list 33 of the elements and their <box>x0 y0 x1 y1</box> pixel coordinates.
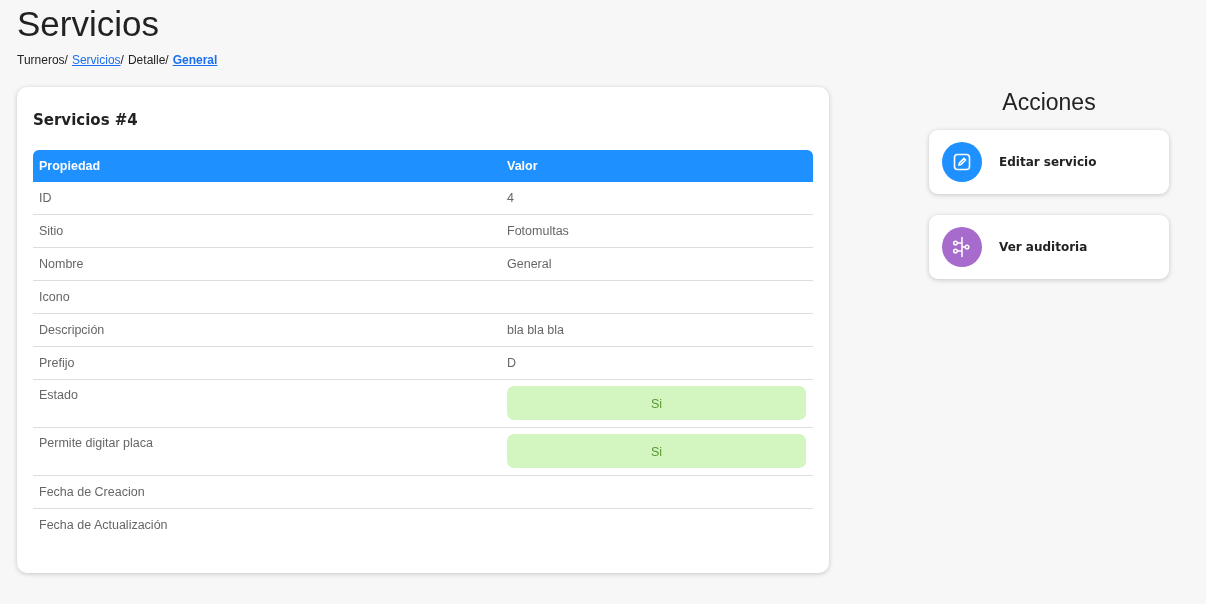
breadcrumb-separator: / <box>64 53 68 67</box>
column-header: Valor <box>507 159 538 173</box>
property-cell: Icono <box>39 290 70 304</box>
breadcrumb-link[interactable]: Servicios <box>71 53 121 67</box>
breadcrumb-item: Turneros <box>17 53 65 67</box>
status-tag: Si <box>507 386 806 420</box>
value-cell: Fotomultas <box>507 224 569 238</box>
breadcrumb-current[interactable]: General <box>172 53 218 67</box>
property-cell: Prefijo <box>39 356 75 370</box>
property-cell: ID <box>39 191 52 205</box>
property-cell: Sitio <box>39 224 64 238</box>
action-button[interactable]: Editar servicio <box>929 130 1169 194</box>
property-cell: Fecha de Creacion <box>39 485 145 499</box>
action-button[interactable]: Ver auditoria <box>929 215 1169 279</box>
property-cell: Estado <box>39 388 78 402</box>
breadcrumb-separator: / <box>120 53 124 67</box>
edit-icon <box>953 153 971 171</box>
property-cell: Descripción <box>39 323 105 337</box>
property-cell: Fecha de Actualización <box>39 518 168 532</box>
value-cell: 4 <box>507 191 514 205</box>
page-title: Servicios <box>17 3 160 45</box>
status-tag: Si <box>507 434 806 468</box>
breadcrumb-item: Detalle <box>127 53 166 67</box>
breadcrumb-separator: / <box>165 53 169 67</box>
property-cell: Nombre <box>39 257 84 271</box>
property-cell: Permite digitar placa <box>39 436 153 450</box>
branch-icon <box>952 236 972 258</box>
column-header: Propiedad <box>39 159 101 173</box>
actions-title: Acciones <box>1002 89 1096 116</box>
value-cell: D <box>507 356 517 370</box>
value-cell: bla bla bla <box>507 323 564 337</box>
card-title: Servicios #4 <box>33 111 139 129</box>
value-cell: General <box>507 257 552 271</box>
